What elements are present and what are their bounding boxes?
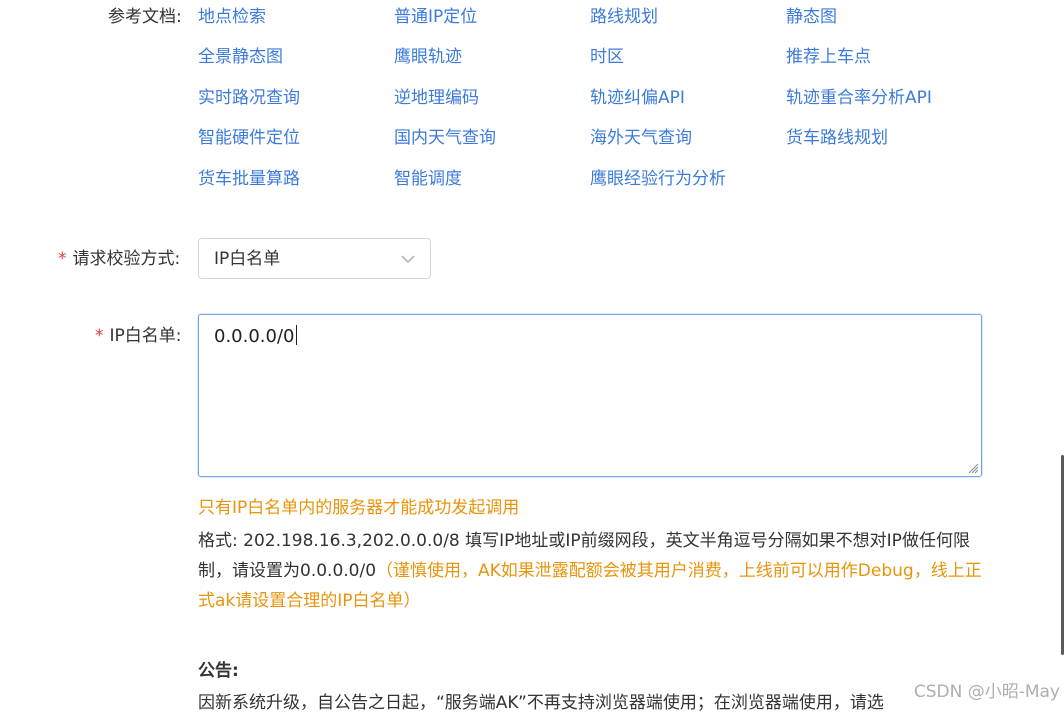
reference-docs-label: 参考文档: (108, 7, 182, 27)
doc-link-reverse-geocoding[interactable]: 逆地理编码 (394, 87, 479, 109)
ip-whitelist-label: * IP白名单: (95, 325, 182, 347)
doc-link-pickup-point[interactable]: 推荐上车点 (786, 46, 871, 68)
ip-whitelist-label-text: IP白名单: (109, 326, 182, 346)
doc-link-domestic-weather[interactable]: 国内天气查询 (394, 127, 496, 149)
doc-link-timezone[interactable]: 时区 (590, 46, 624, 68)
ip-whitelist-text: 0.0.0.0/0 (214, 325, 297, 348)
verify-method-value: IP白名单 (214, 249, 281, 269)
text-caret (295, 325, 297, 345)
notice-title: 公告: (198, 661, 239, 681)
csdn-watermark: CSDN @小昭-May (913, 682, 1060, 702)
doc-link-traffic-query[interactable]: 实时路况查询 (198, 87, 300, 109)
verify-method-label: * 请求校验方式: (58, 248, 180, 270)
whitelist-format-hint: 格式: 202.198.16.3,202.0.0.0/8 填写IP地址或IP前缀… (198, 526, 988, 616)
doc-link-eagle-eye-track[interactable]: 鹰眼轨迹 (394, 46, 462, 68)
doc-link-truck-route[interactable]: 货车路线规划 (786, 127, 888, 149)
required-mark: * (95, 326, 104, 346)
ip-whitelist-textarea[interactable]: 0.0.0.0/0 (198, 314, 982, 477)
ip-whitelist-value: 0.0.0.0/0 (214, 326, 295, 347)
chevron-down-icon (401, 255, 415, 263)
doc-link-panorama-static[interactable]: 全景静态图 (198, 46, 283, 68)
doc-link-track-overlap[interactable]: 轨迹重合率分析API (786, 87, 932, 109)
doc-link-eagle-eye-behavior[interactable]: 鹰眼经验行为分析 (590, 168, 726, 190)
doc-link-route-planning[interactable]: 路线规划 (590, 6, 658, 28)
whitelist-warning: 只有IP白名单内的服务器才能成功发起调用 (198, 498, 520, 518)
verify-method-label-text: 请求校验方式: (72, 249, 181, 269)
doc-link-overseas-weather[interactable]: 海外天气查询 (590, 127, 692, 149)
verify-method-select[interactable]: IP白名单 (198, 238, 431, 279)
doc-link-ip-location[interactable]: 普通IP定位 (394, 6, 477, 28)
doc-link-truck-batch[interactable]: 货车批量算路 (198, 168, 300, 190)
doc-link-hardware-location[interactable]: 智能硬件定位 (198, 127, 300, 149)
resize-handle-icon[interactable] (967, 462, 979, 474)
doc-link-static-map[interactable]: 静态图 (786, 6, 837, 28)
vertical-scrollbar[interactable] (1060, 0, 1064, 709)
doc-link-place-search[interactable]: 地点检索 (198, 6, 266, 28)
doc-link-track-correction[interactable]: 轨迹纠偏API (590, 87, 685, 109)
required-mark: * (58, 249, 67, 269)
notice-body: 因新系统升级，自公告之日起，“服务端AK”不再支持浏览器端使用；在浏览器端使用，… (198, 693, 884, 713)
doc-link-smart-dispatch[interactable]: 智能调度 (394, 168, 462, 190)
